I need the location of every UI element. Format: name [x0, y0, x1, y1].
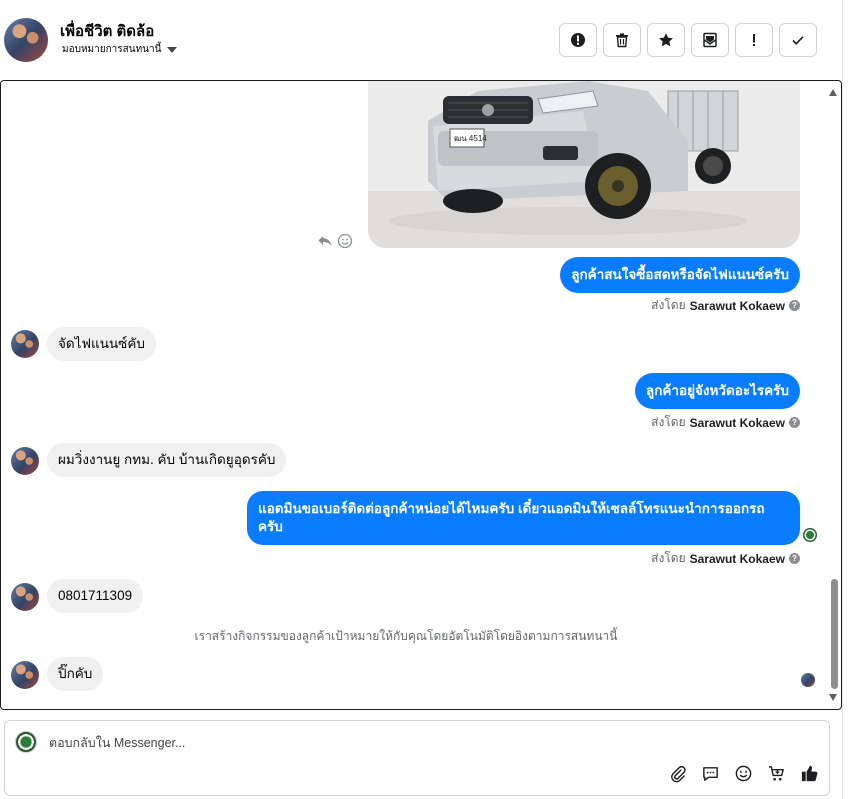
- reply-input[interactable]: [49, 733, 809, 753]
- assign-conversation-dropdown[interactable]: มอบหมายการสนทนานี้: [62, 42, 178, 57]
- incoming-message[interactable]: ผมวิ่งงานยู กทม. คับ บ้านเกิดยูอุดรคับ: [47, 443, 287, 477]
- contact-avatar-small[interactable]: [11, 583, 39, 611]
- help-icon[interactable]: ?: [789, 417, 800, 428]
- assign-label: มอบหมายการสนทนานี้: [62, 44, 162, 55]
- exclamation-icon: [753, 34, 755, 46]
- help-icon[interactable]: ?: [789, 300, 800, 311]
- contact-name[interactable]: เพื่อชีวิต ติดล้อ: [60, 19, 154, 43]
- scroll-up-arrow[interactable]: [829, 89, 837, 96]
- incoming-message[interactable]: ปิ๊กคับ: [47, 657, 104, 691]
- scrollbar-thumb[interactable]: [831, 579, 838, 689]
- exclamation-circle-icon: [571, 33, 585, 47]
- thumbs-up-icon[interactable]: [800, 764, 819, 783]
- follow-up-button[interactable]: [735, 23, 773, 57]
- contact-avatar-small[interactable]: [11, 330, 39, 358]
- saved-replies-icon[interactable]: [701, 764, 720, 783]
- sent-by-label: ส่งโดย Sarawut Kokaew ?: [651, 549, 800, 568]
- sent-by-label: ส่งโดย Sarawut Kokaew ?: [651, 413, 800, 432]
- composer-tools: [668, 764, 819, 783]
- photo-actions: [317, 233, 353, 249]
- shopping-cart-icon[interactable]: [767, 764, 786, 783]
- sender-name[interactable]: Sarawut Kokaew: [690, 552, 785, 566]
- paperclip-icon[interactable]: [668, 764, 687, 783]
- conversation-header: เพื่อชีวิต ติดล้อ มอบหมายการสนทนานี้: [0, 0, 841, 80]
- shared-car-photo[interactable]: ฒน 4514: [368, 81, 800, 248]
- mark-spam-button[interactable]: [559, 23, 597, 57]
- license-plate-text: ฒน 4514: [454, 134, 487, 143]
- sent-by-prefix: ส่งโดย: [651, 415, 686, 429]
- outgoing-message[interactable]: แอดมินขอเบอร์ติดต่อลูกค้าหน่อยได้ไหมครับ…: [247, 491, 800, 545]
- contact-avatar[interactable]: [4, 18, 48, 62]
- sent-by-prefix: ส่งโดย: [651, 298, 686, 312]
- message-thread[interactable]: ฒน 4514 ลูกค้าสนใจซื้อสดหรือจัดไฟแนนซ์คร…: [0, 80, 842, 710]
- sender-name[interactable]: Sarawut Kokaew: [690, 299, 785, 313]
- help-icon[interactable]: ?: [789, 553, 800, 564]
- incoming-message[interactable]: 0801711309: [47, 579, 144, 613]
- outgoing-message[interactable]: ลูกค้าสนใจซื้อสดหรือจัดไฟแนนซ์ครับ: [560, 257, 800, 293]
- reply-arrow-icon[interactable]: [317, 233, 333, 249]
- system-note: เราสร้างกิจกรรมของลูกค้าเป้าหมายให้กับคุ…: [194, 629, 618, 643]
- trash-icon: [616, 33, 628, 48]
- right-panel-edge: [842, 0, 858, 799]
- contact-avatar-small[interactable]: [11, 447, 39, 475]
- sent-by-label: ส่งโดย Sarawut Kokaew ?: [651, 296, 800, 315]
- scroll-down-arrow[interactable]: [829, 694, 837, 701]
- page-seen-avatar: [803, 528, 817, 542]
- contact-seen-avatar: [801, 673, 815, 687]
- star-button[interactable]: [647, 23, 685, 57]
- message-line: ครับ: [258, 519, 283, 534]
- outgoing-message[interactable]: ลูกค้าอยู่จังหวัดอะไรครับ: [634, 373, 800, 409]
- page-avatar: [15, 731, 37, 753]
- conversation-toolbar: [559, 23, 817, 57]
- emoji-icon[interactable]: [734, 764, 753, 783]
- caret-down-icon: [167, 46, 178, 53]
- sent-by-prefix: ส่งโดย: [651, 551, 686, 565]
- incoming-message[interactable]: จัดไฟแนนซ์คับ: [47, 327, 156, 361]
- check-icon: [792, 36, 804, 45]
- pickup-truck-image: ฒน 4514: [368, 81, 800, 248]
- contact-avatar-small[interactable]: [11, 661, 39, 689]
- mark-unread-button[interactable]: [691, 23, 729, 57]
- envelope-icon: [703, 32, 717, 48]
- sender-name[interactable]: Sarawut Kokaew: [690, 416, 785, 430]
- emoji-react-icon[interactable]: [337, 233, 353, 249]
- delete-button[interactable]: [603, 23, 641, 57]
- star-icon: [659, 33, 673, 47]
- reply-composer: [4, 720, 830, 796]
- message-line: แอดมินขอเบอร์ติดต่อลูกค้าหน่อยได้ไหมครับ…: [258, 501, 765, 516]
- mark-done-button[interactable]: [779, 23, 817, 57]
